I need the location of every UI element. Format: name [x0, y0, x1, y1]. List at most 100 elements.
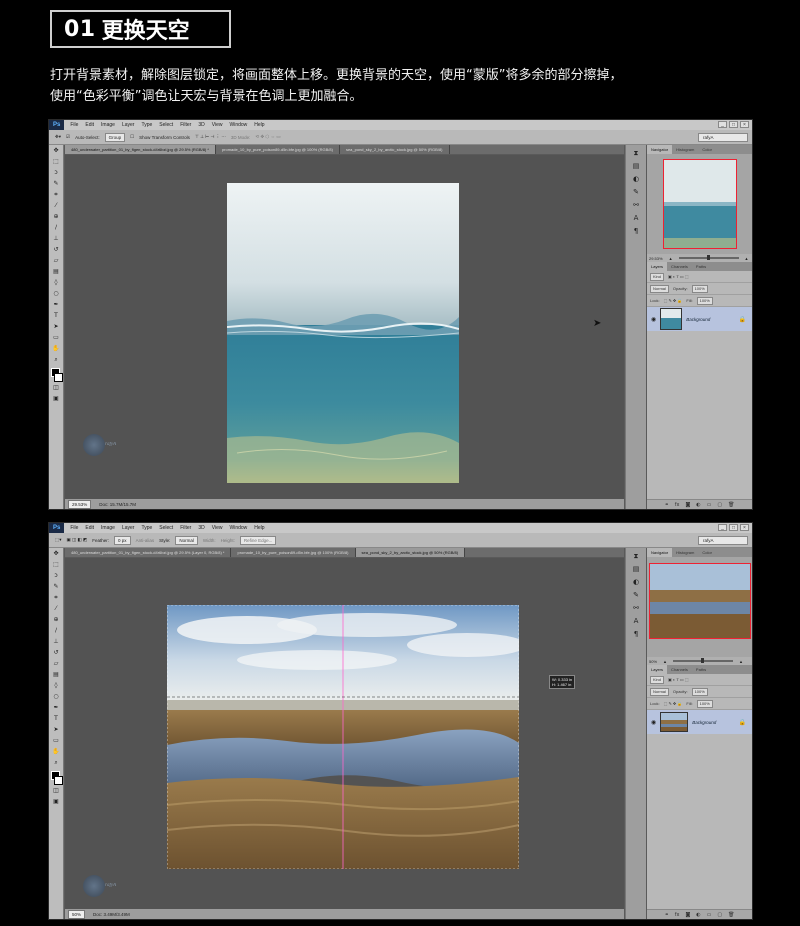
menu-select[interactable]: Select	[159, 525, 173, 531]
tab-color[interactable]: Color	[698, 548, 716, 557]
hand-icon[interactable]: ✋	[52, 748, 60, 756]
screen-mode-icon[interactable]: ▣	[52, 395, 60, 403]
dodge-icon[interactable]: ○	[52, 290, 60, 298]
menu-filter[interactable]: Filter	[180, 525, 191, 531]
trash-icon[interactable]: 🗑	[728, 912, 734, 918]
refine-edge-button[interactable]: Refine Edge...	[239, 535, 277, 545]
tab-histogram[interactable]: Histogram	[672, 548, 698, 557]
layer-filter-kind[interactable]: Kind	[650, 675, 665, 684]
layer-name[interactable]: Background	[692, 720, 716, 725]
paragraph-icon[interactable]: ¶	[631, 226, 641, 236]
lasso-icon[interactable]: ↄ	[52, 169, 60, 177]
character-icon[interactable]: A	[631, 213, 641, 223]
eye-icon[interactable]: ◉	[651, 719, 656, 726]
brush-preset-icon[interactable]: ✎	[631, 187, 641, 197]
fill-field[interactable]: 100%	[696, 296, 713, 305]
close-icon[interactable]: ×	[740, 121, 749, 128]
menu-help[interactable]: Help	[254, 525, 264, 531]
transform-checkbox[interactable]: ☐	[130, 134, 134, 140]
auto-select-dropdown[interactable]: Group	[104, 132, 126, 142]
lock-icons[interactable]: ⬚ ✎ ✥ 🔒	[664, 298, 683, 303]
blend-mode-select[interactable]: Normal	[650, 284, 669, 293]
lasso-icon[interactable]: ↄ	[52, 572, 60, 580]
move-tool-icon[interactable]: ✥▾	[55, 134, 61, 140]
link-icon[interactable]: ⚭	[665, 912, 669, 918]
layer-background[interactable]: ◉ Background 🔒	[647, 307, 752, 331]
zoom-field[interactable]: 50%	[68, 909, 86, 919]
mode-3d-icons[interactable]: ⟲ ✥ ⬡ ⇔ ▭	[255, 134, 280, 140]
menu-window[interactable]: Window	[229, 122, 247, 128]
navigator-thumbnail[interactable]	[649, 563, 751, 639]
minimize-icon[interactable]: _	[718, 121, 727, 128]
screen-mode-icon[interactable]: ▣	[52, 798, 60, 806]
filter-icons[interactable]: ▣ ◐ T ▭ ⬚	[668, 677, 689, 682]
lock-icons[interactable]: ⬚ ✎ ✥ 🔒	[664, 701, 683, 706]
zoom-icon[interactable]: ⌕	[52, 759, 60, 767]
menu-edit[interactable]: Edit	[85, 525, 94, 531]
path-select-icon[interactable]: ➤	[52, 323, 60, 331]
fx-icon[interactable]: fx	[675, 502, 680, 508]
menu-help[interactable]: Help	[254, 122, 264, 128]
type-icon[interactable]: T	[52, 715, 60, 723]
feather-field[interactable]: 0 px	[114, 535, 131, 545]
new-layer-icon[interactable]: ▢	[717, 912, 722, 918]
sea-pond-sky-document-image[interactable]	[167, 605, 519, 869]
navigator-zoom[interactable]: 29.53%	[649, 256, 663, 261]
menu-filter[interactable]: Filter	[180, 122, 191, 128]
eraser-icon[interactable]: ▱	[52, 660, 60, 668]
tab-navigator[interactable]: Navigator	[647, 548, 673, 557]
style-select[interactable]: Normal	[175, 535, 198, 545]
menu-3d[interactable]: 3D	[198, 525, 204, 531]
tab-underwater[interactable]: 480_underwater_partition_01_by_figen_sto…	[65, 548, 232, 557]
navigator-thumbnail[interactable]	[663, 159, 737, 249]
auto-select-checkbox[interactable]: ☑	[66, 134, 70, 140]
align-icons[interactable]: ⊤ ⊥ ⊢ ⊣ ⋮ ⋯	[195, 134, 226, 140]
fx-icon[interactable]: fx	[675, 912, 680, 918]
opacity-field[interactable]: 100%	[691, 284, 708, 293]
menu-image[interactable]: Image	[101, 525, 115, 531]
brush-icon[interactable]: ∕	[52, 627, 60, 635]
blend-mode-select[interactable]: Normal	[650, 687, 669, 696]
crop-icon[interactable]: ⌗	[52, 191, 60, 199]
shape-icon[interactable]: ▭	[52, 737, 60, 745]
background-color-swatch[interactable]	[54, 373, 63, 382]
history-brush-icon[interactable]: ↺	[52, 649, 60, 657]
maximize-icon[interactable]: □	[729, 524, 738, 531]
fill-field[interactable]: 100%	[696, 699, 713, 708]
layer-filter-kind[interactable]: Kind	[650, 272, 665, 281]
menu-file[interactable]: File	[70, 525, 78, 531]
menu-type[interactable]: Type	[141, 525, 152, 531]
move-icon[interactable]: ✥	[52, 147, 60, 155]
close-icon[interactable]: ×	[740, 524, 749, 531]
adjustments-icon[interactable]: ◐	[631, 174, 641, 184]
quick-select-icon[interactable]: ✎	[52, 583, 60, 591]
tab-channels[interactable]: Channels	[667, 262, 692, 271]
healing-icon[interactable]: ⊕	[52, 213, 60, 221]
tab-sea-pond-sky[interactable]: sea_pond_sky_2_by_arctic_stock.jpg @ 50%…	[355, 548, 466, 557]
stamp-icon[interactable]: ⊥	[52, 235, 60, 243]
shape-icon[interactable]: ▭	[52, 334, 60, 342]
zoom-slider[interactable]	[678, 255, 739, 260]
quick-mask-icon[interactable]: ◫	[52, 384, 60, 392]
move-icon[interactable]: ✥	[52, 550, 60, 558]
clone-source-icon[interactable]: ⚯	[631, 603, 641, 613]
background-color-swatch[interactable]	[54, 776, 63, 785]
tab-color[interactable]: Color	[698, 145, 716, 154]
gradient-icon[interactable]: ▤	[52, 671, 60, 679]
history-icon[interactable]: ⧗	[631, 551, 641, 561]
menu-3d[interactable]: 3D	[198, 122, 204, 128]
tab-channels[interactable]: Channels	[667, 665, 692, 674]
gradient-icon[interactable]: ▤	[52, 268, 60, 276]
menu-layer[interactable]: Layer	[122, 122, 135, 128]
properties-icon[interactable]: ▤	[631, 161, 641, 171]
menu-layer[interactable]: Layer	[122, 525, 135, 531]
paragraph-icon[interactable]: ¶	[631, 629, 641, 639]
mask-icon[interactable]: ◙	[685, 912, 690, 918]
menu-window[interactable]: Window	[229, 525, 247, 531]
eyedropper-icon[interactable]: ⁄	[52, 202, 60, 210]
menu-view[interactable]: View	[212, 525, 223, 531]
zoom-slider[interactable]	[672, 658, 733, 663]
tab-paths[interactable]: Paths	[692, 665, 710, 674]
navigator-zoom[interactable]: 50%	[649, 659, 657, 664]
zoom-out-icon[interactable]: ▲	[663, 659, 667, 664]
